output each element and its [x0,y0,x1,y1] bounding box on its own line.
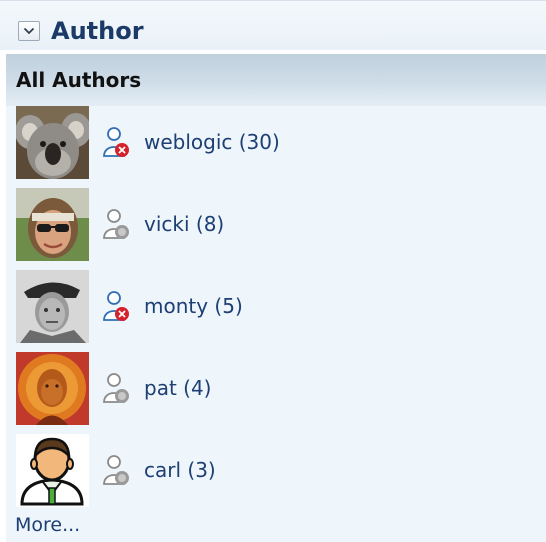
man-orange-portrait [16,352,89,425]
list-item: pat (4) [6,352,546,434]
user-offline-icon [102,126,132,160]
chevron-down-icon [23,27,35,35]
default-user-avatar [16,434,89,507]
list-item: carl (3) [6,434,546,516]
author-avatar[interactable] [16,106,89,179]
author-link[interactable]: weblogic (30) [144,129,280,155]
section-header: All Authors [6,54,546,106]
collapse-toggle-button[interactable] [18,21,40,41]
author-avatar[interactable] [16,434,89,507]
author-avatar[interactable] [16,188,89,261]
author-link[interactable]: vicki (8) [144,211,224,237]
list-item: monty (5) [6,270,546,352]
woman-sunglasses-photo [16,188,89,261]
author-link[interactable]: monty (5) [144,293,243,319]
user-offline-icon [102,290,132,324]
panel-header: Author [0,0,546,50]
user-unknown-icon [102,208,132,242]
man-beret-photo [16,270,89,343]
koala-photo [16,106,89,179]
author-avatar[interactable] [16,352,89,425]
author-link[interactable]: carl (3) [144,457,216,483]
user-unknown-icon [102,454,132,488]
author-list: weblogic (30) vicki (8) monty (5) pat (4… [6,106,546,542]
panel-title: Author [51,17,144,45]
list-item: vicki (8) [6,188,546,270]
author-avatar[interactable] [16,270,89,343]
user-unknown-icon [102,372,132,406]
more-link[interactable]: More... [15,513,80,537]
section-title: All Authors [16,68,142,92]
author-link[interactable]: pat (4) [144,375,211,401]
list-item: weblogic (30) [6,106,546,188]
author-panel: Author All Authors weblogic (30) vicki (… [0,0,546,542]
